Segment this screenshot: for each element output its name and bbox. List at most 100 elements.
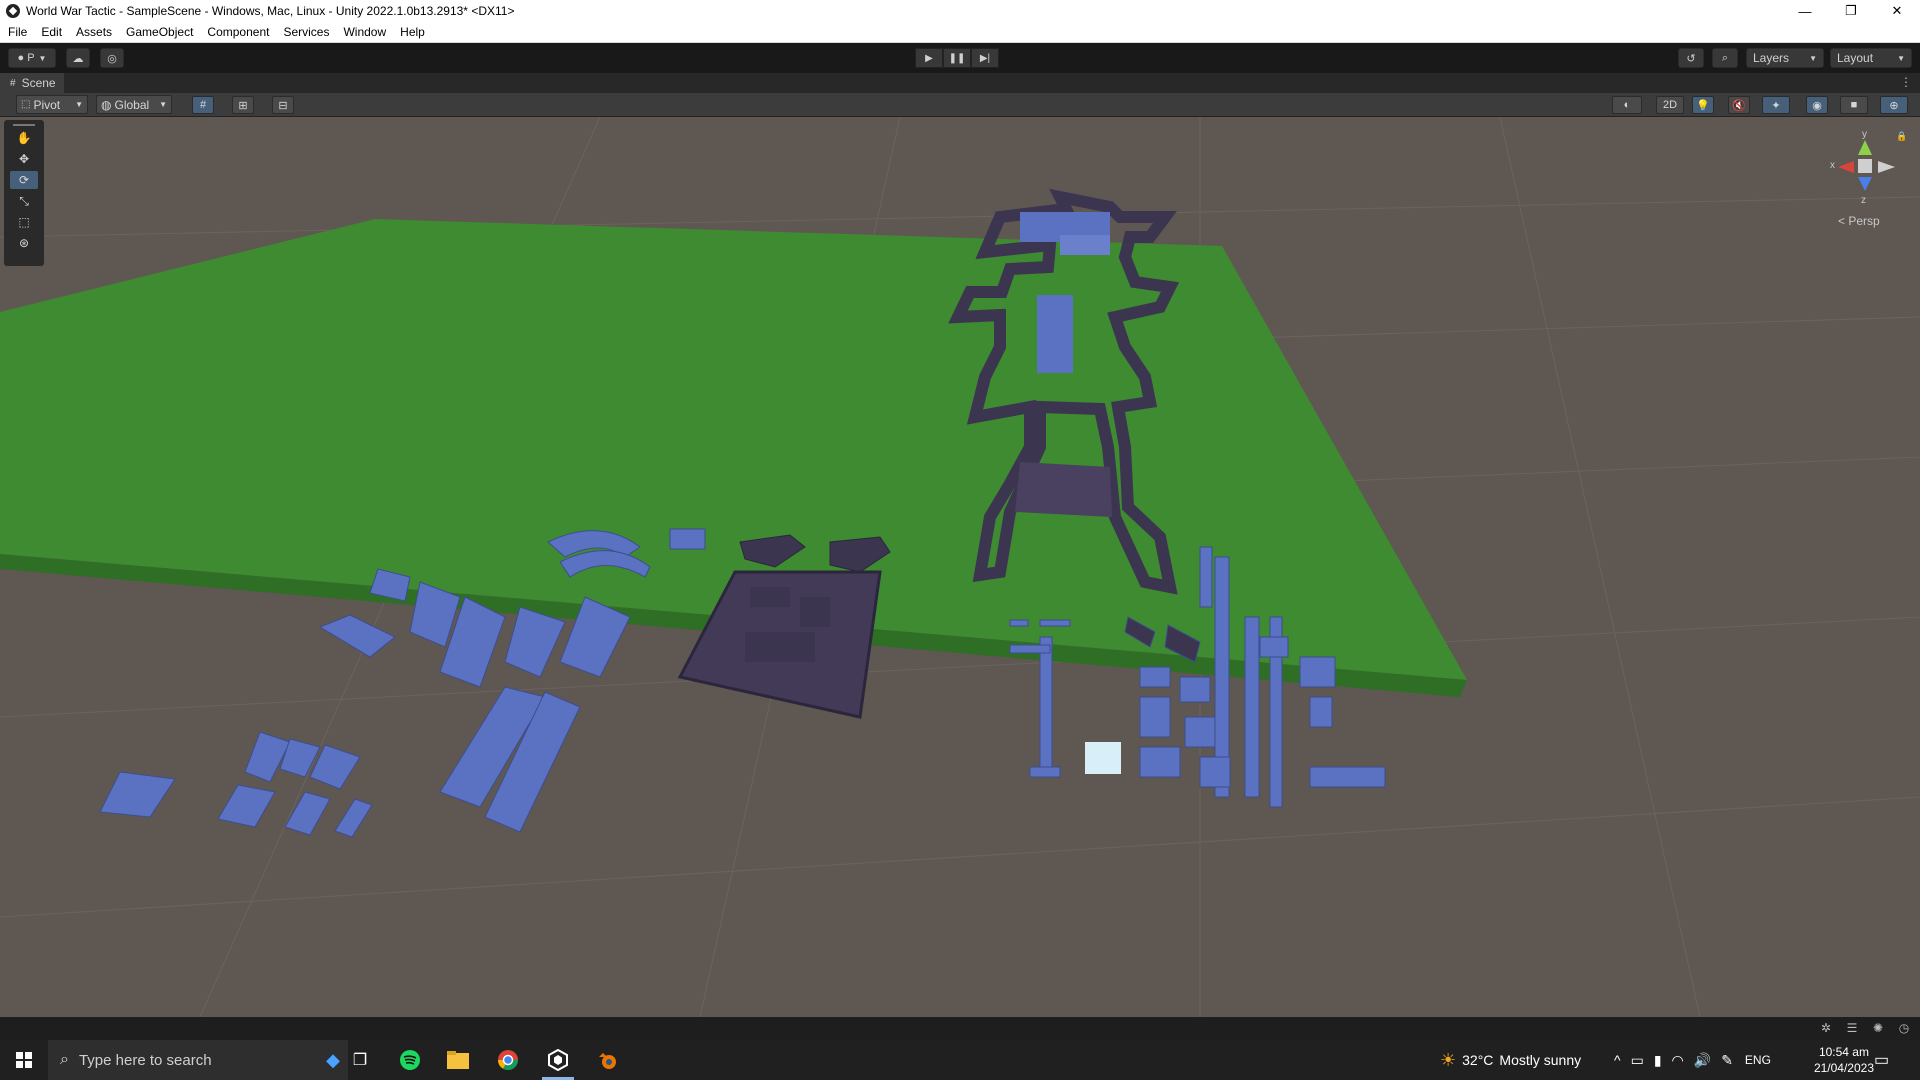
eye-slash-icon: ◉: [1812, 99, 1822, 112]
chevron-up-icon[interactable]: ^: [1614, 1052, 1621, 1068]
debug-icon[interactable]: ✲: [1818, 1020, 1834, 1036]
progress-spinner-icon[interactable]: ◷: [1896, 1020, 1912, 1036]
tab-scene[interactable]: # Scene: [0, 73, 64, 93]
step-button[interactable]: ▶|: [971, 48, 999, 68]
search-icon: ⌕: [1721, 51, 1729, 64]
spotify-app[interactable]: [386, 1040, 434, 1080]
rect-tool-button[interactable]: ⬚: [10, 213, 38, 231]
pen-icon[interactable]: ✎: [1721, 1052, 1733, 1069]
layers-dropdown[interactable]: Layers ▼: [1746, 48, 1824, 68]
restore-button[interactable]: ❐: [1828, 0, 1874, 22]
wifi-icon[interactable]: ◠: [1672, 1052, 1684, 1069]
2d-toggle-button[interactable]: 2D: [1656, 96, 1684, 114]
weather-text: Mostly sunny: [1499, 1052, 1582, 1068]
speaker-muted-icon: 🔇: [1732, 99, 1746, 112]
increment-snap-button[interactable]: ⊟: [272, 96, 294, 114]
spotify-icon: [400, 1050, 420, 1070]
scale-tool-button[interactable]: ⤡: [10, 192, 38, 210]
draw-mode-button[interactable]: ◐: [1612, 96, 1642, 114]
chevron-down-icon: ▼: [38, 53, 47, 63]
scene-visibility-button[interactable]: ◉: [1806, 96, 1828, 114]
move-tool-button[interactable]: ✥: [10, 150, 38, 168]
close-button[interactable]: ✕: [1874, 0, 1920, 22]
auto-generate-lighting-icon[interactable]: ✺: [1870, 1020, 1886, 1036]
grid-snap-button[interactable]: #: [192, 96, 214, 114]
more-options-icon[interactable]: ⋮: [1900, 75, 1912, 89]
transform-icon: ⊛: [18, 236, 30, 250]
camera-settings-dropdown[interactable]: ■: [1840, 96, 1868, 114]
unity-icon: [548, 1049, 568, 1071]
undo-history-button[interactable]: ↺: [1678, 48, 1704, 68]
cloud-button[interactable]: ☁: [66, 48, 90, 68]
lighting-toggle-button[interactable]: 💡: [1692, 96, 1714, 114]
lightbulb-icon: 💡: [1696, 99, 1710, 112]
volume-icon[interactable]: 🔊: [1694, 1052, 1711, 1069]
menu-component[interactable]: Component: [207, 25, 269, 39]
unity-logo-icon: [6, 4, 20, 18]
move-arrows-icon: ✥: [18, 152, 30, 166]
transform-tools-palette: ✋ ✥ ⟳ ⤡ ⬚ ⊛: [4, 120, 44, 266]
menu-services[interactable]: Services: [283, 25, 329, 39]
layout-dropdown[interactable]: Layout ▼: [1830, 48, 1912, 68]
grid-icon: ⊞: [238, 99, 248, 112]
cache-server-icon[interactable]: ☰: [1844, 1020, 1860, 1036]
menu-gameobject[interactable]: GameObject: [126, 25, 193, 39]
hand-tool-button[interactable]: ✋: [10, 129, 38, 147]
grid-visibility-button[interactable]: ⊞: [232, 96, 254, 114]
clock-date: 21/04/2023: [1813, 1061, 1874, 1075]
language-indicator[interactable]: ENG: [1745, 1053, 1771, 1067]
pause-icon: ❚❚: [948, 52, 966, 64]
clock-time: 10:54 am: [1818, 1045, 1869, 1059]
minimize-button[interactable]: —: [1782, 0, 1828, 22]
sun-cloud-icon: ☀: [1440, 1049, 1457, 1070]
blender-app[interactable]: [584, 1040, 632, 1080]
chrome-app[interactable]: [484, 1040, 532, 1080]
step-icon: ▶|: [979, 52, 991, 64]
task-view-button[interactable]: ❐: [336, 1040, 384, 1080]
menu-window[interactable]: Window: [343, 25, 386, 39]
weather-temp: 32°C: [1462, 1052, 1494, 1068]
play-button[interactable]: ▶: [915, 48, 943, 68]
gizmo-center-cube: [1858, 159, 1872, 173]
persp-label: Persp: [1848, 214, 1880, 228]
rotate-tool-button[interactable]: ⟳: [10, 171, 38, 189]
pause-button[interactable]: ❚❚: [943, 48, 971, 68]
taskbar-clock[interactable]: 10:54 am 21/04/2023: [1814, 1044, 1874, 1076]
menu-help[interactable]: Help: [400, 25, 425, 39]
gizmo-x-label: x: [1830, 160, 1835, 171]
global-dropdown[interactable]: ◍ Global ▼: [96, 95, 172, 114]
menu-file[interactable]: File: [8, 25, 27, 39]
scene-viewport[interactable]: [0, 117, 1920, 1017]
pivot-dropdown[interactable]: ⬚ Pivot ▼: [16, 95, 88, 114]
battery-icon[interactable]: ▮: [1654, 1052, 1662, 1069]
tab-scene-label: Scene: [21, 76, 56, 90]
start-button[interactable]: [0, 1040, 48, 1080]
gizmos-globe-icon: ⊕: [1889, 99, 1899, 112]
taskbar-search-box[interactable]: ⌕ Type here to search ◆: [48, 1040, 348, 1080]
menu-bar: File Edit Assets GameObject Component Se…: [0, 22, 1920, 43]
menu-assets[interactable]: Assets: [76, 25, 112, 39]
main-toolbar: ● P ▼ ☁ ◎ ▶ ❚❚ ▶| ↺ ⌕ Layers ▼ Layout ▼: [0, 43, 1920, 73]
play-controls: ▶ ❚❚ ▶|: [915, 48, 999, 68]
meet-now-icon[interactable]: ▭: [1631, 1052, 1644, 1069]
transform-tool-button[interactable]: ⊛: [10, 234, 38, 252]
scene-toolbar: ⬚ Pivot ▼ ◍ Global ▼ # ⊞ ⊟ ◐ 2D 💡 🔇 ✦ ◉ …: [0, 93, 1920, 117]
account-dropdown[interactable]: ● P ▼: [8, 48, 56, 68]
layers-label: Layers: [1753, 51, 1790, 65]
effects-dropdown[interactable]: ✦: [1762, 96, 1790, 114]
gizmos-dropdown[interactable]: ⊕: [1880, 96, 1908, 114]
gizmo-lock-icon[interactable]: 🔒: [1896, 131, 1907, 142]
pivot-label: Pivot: [33, 97, 61, 112]
notification-center-button[interactable]: ▭: [1874, 1040, 1889, 1080]
perspective-toggle[interactable]: < Persp: [1838, 214, 1880, 228]
collab-button[interactable]: ◎: [100, 48, 124, 68]
palette-grip-icon[interactable]: [13, 124, 35, 126]
file-explorer-app[interactable]: [434, 1040, 482, 1080]
gizmo-y-label: y: [1862, 129, 1867, 140]
audio-toggle-button[interactable]: 🔇: [1728, 96, 1750, 114]
weather-widget[interactable]: ☀ 32°C Mostly sunny: [1440, 1040, 1581, 1080]
search-button[interactable]: ⌕: [1712, 48, 1738, 68]
menu-edit[interactable]: Edit: [41, 25, 62, 39]
unity-app[interactable]: [534, 1040, 582, 1080]
globe-icon: ◍: [101, 97, 112, 112]
